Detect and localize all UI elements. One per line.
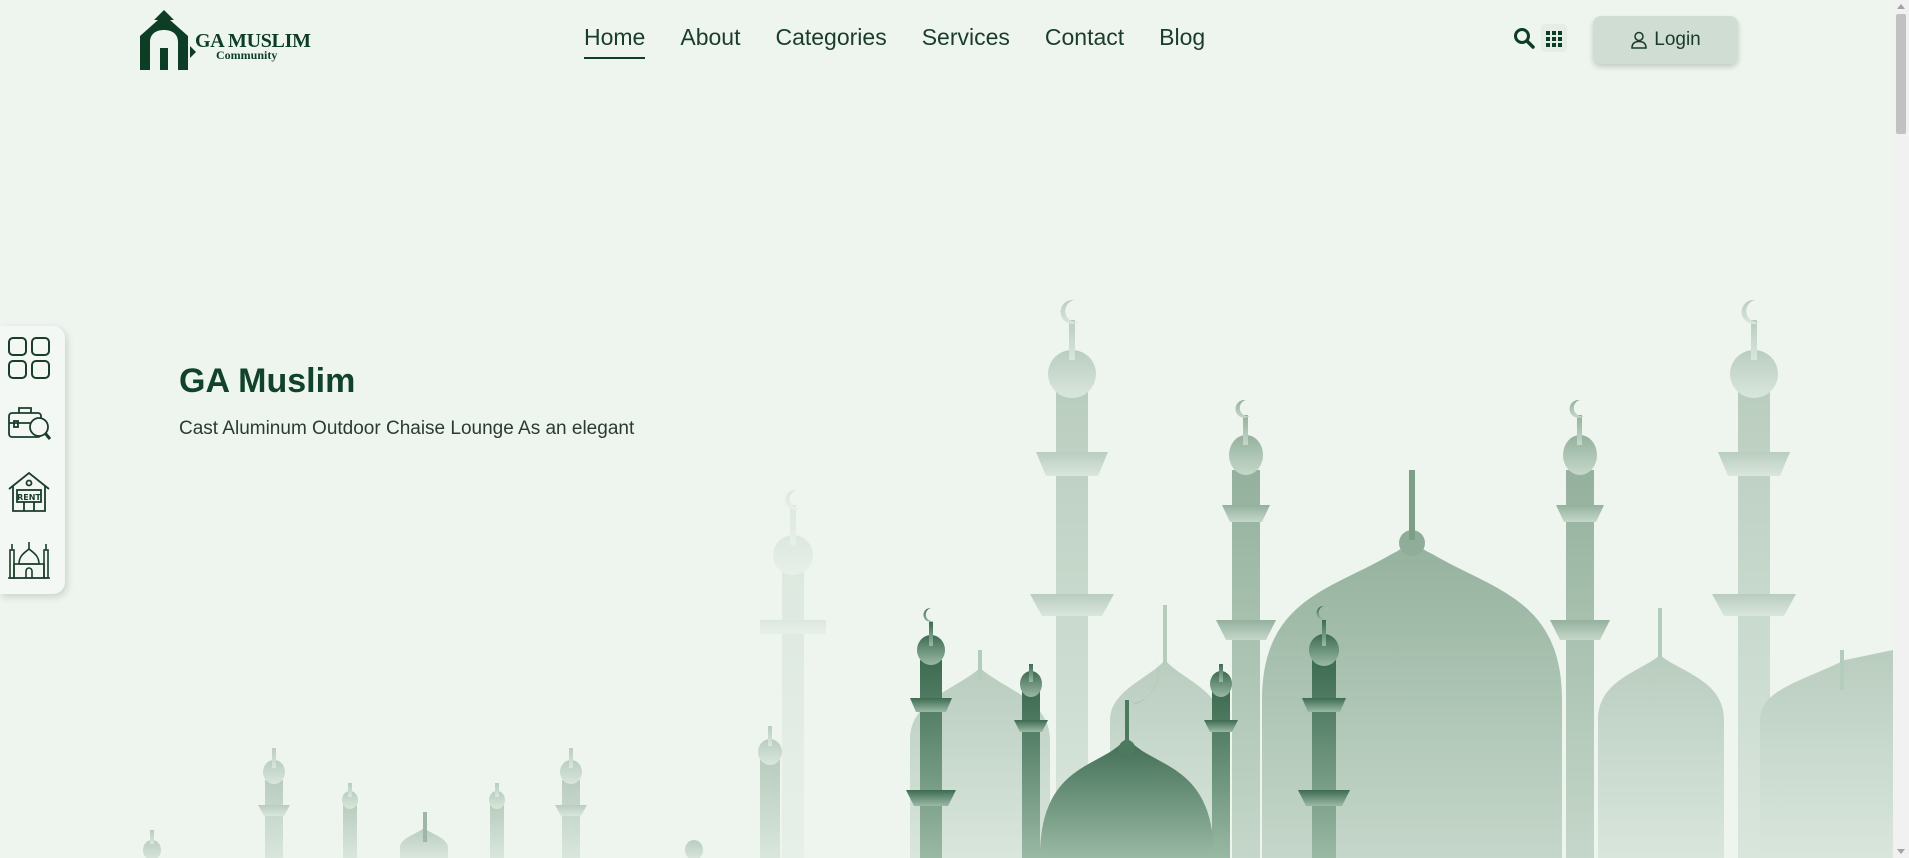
login-label: Login <box>1654 29 1701 50</box>
user-icon <box>1631 31 1648 49</box>
brand-logo[interactable]: GA MUSLIM Community <box>132 8 311 72</box>
nav-categories[interactable]: Categories <box>775 24 886 59</box>
nav-home[interactable]: Home <box>584 24 646 59</box>
briefcase-search-icon <box>8 407 52 440</box>
nav-contact[interactable]: Contact <box>1045 24 1124 59</box>
hero-subtitle: Cast Aluminum Outdoor Chaise Lounge As a… <box>179 418 635 439</box>
house-rent-icon: RENT <box>8 471 50 512</box>
search-icon <box>1514 28 1535 49</box>
svg-text:RENT: RENT <box>17 493 41 502</box>
mosque-icon <box>8 542 50 579</box>
main-nav: Home About Categories Services Contact B… <box>584 24 1205 59</box>
scroll-up-arrow-icon[interactable] <box>1897 4 1905 9</box>
scroll-down-arrow-icon[interactable] <box>1897 849 1905 854</box>
scrollbar-thumb[interactable] <box>1896 14 1906 134</box>
hero-title: GA Muslim <box>179 362 356 400</box>
page-scrollbar[interactable] <box>1893 0 1909 858</box>
dock-jobs[interactable] <box>6 401 52 447</box>
login-button[interactable]: Login <box>1593 16 1738 64</box>
mosque-arch-logo-icon <box>140 10 196 70</box>
dock-dashboard[interactable] <box>6 335 52 381</box>
dock-rent[interactable]: RENT <box>6 469 52 515</box>
search-button[interactable] <box>1513 27 1535 49</box>
nav-blog[interactable]: Blog <box>1159 24 1205 59</box>
brand-subtitle: Community <box>216 48 278 62</box>
site-header: GA MUSLIM Community Home About Categorie… <box>0 0 1893 80</box>
side-dock: RENT <box>0 326 65 594</box>
apps-grid-button[interactable] <box>1541 24 1567 52</box>
grid-icon <box>1546 31 1562 47</box>
nav-services[interactable]: Services <box>922 24 1010 59</box>
dashboard-icon <box>8 337 50 379</box>
dock-mosque[interactable] <box>6 536 52 582</box>
nav-about[interactable]: About <box>680 24 740 59</box>
